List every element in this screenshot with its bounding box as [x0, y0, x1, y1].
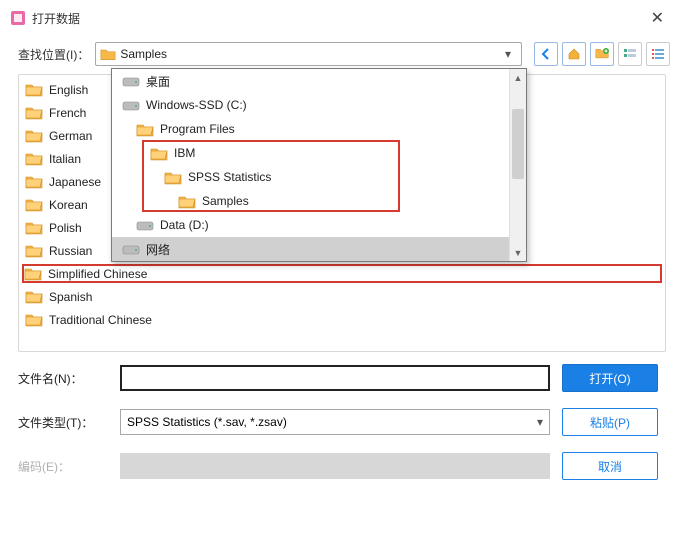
folder-label: Russian: [49, 244, 92, 258]
scroll-up-icon[interactable]: ▲: [510, 69, 526, 86]
dropdown-item-label: 网络: [146, 241, 170, 258]
folder-icon: [25, 82, 43, 97]
window-title: 打开数据: [32, 10, 645, 27]
folder-icon: [100, 47, 116, 61]
dropdown-item[interactable]: Samples: [112, 189, 526, 213]
filename-label: 文件名(N)：: [18, 370, 108, 387]
folder-icon: [25, 243, 43, 258]
drive-icon: [122, 74, 140, 89]
folder-icon: [25, 312, 43, 327]
dropdown-item-label: Windows-SSD (C:): [146, 98, 247, 112]
close-button[interactable]: ✕: [645, 6, 670, 30]
dropdown-scrollbar[interactable]: ▲ ▼: [509, 69, 526, 261]
titlebar: 打开数据 ✕: [0, 0, 680, 36]
folder-label: Korean: [49, 198, 88, 212]
filetype-label: 文件类型(T)：: [18, 414, 108, 431]
folder-icon: [24, 266, 42, 281]
folder-label: German: [49, 129, 92, 143]
folder-icon: [164, 170, 182, 185]
detail-view-button[interactable]: [646, 42, 670, 66]
home-icon: [567, 47, 581, 61]
folder-label: Traditional Chinese: [49, 313, 152, 327]
new-folder-button[interactable]: [590, 42, 614, 66]
dropdown-item-label: Program Files: [160, 122, 235, 136]
new-folder-icon: [595, 47, 609, 61]
folder-label: Simplified Chinese: [48, 267, 147, 281]
folder-icon: [25, 197, 43, 212]
dropdown-item[interactable]: Data (D:): [112, 213, 526, 237]
dropdown-item[interactable]: 桌面: [112, 69, 526, 93]
detail-view-icon: [651, 47, 665, 61]
scroll-thumb[interactable]: [512, 109, 524, 179]
encoding-label: 编码(E)：: [18, 458, 108, 475]
filename-input[interactable]: [120, 365, 550, 391]
app-icon: [10, 10, 26, 26]
folder-label: French: [49, 106, 86, 120]
folder-item[interactable]: Spanish: [23, 288, 661, 305]
drive-icon: [122, 242, 140, 257]
list-view-button[interactable]: [618, 42, 642, 66]
open-button[interactable]: 打开(O): [562, 364, 658, 392]
encoding-field: [120, 453, 550, 479]
location-dropdown-panel[interactable]: 桌面 Windows-SSD (C:) Program Files IBM SPSS S…: [111, 68, 527, 262]
dropdown-item[interactable]: 网络: [112, 237, 526, 261]
folder-icon: [25, 220, 43, 235]
paste-button[interactable]: 粘贴(P): [562, 408, 658, 436]
look-in-value: Samples: [120, 47, 499, 61]
dropdown-item[interactable]: Windows-SSD (C:): [112, 93, 526, 117]
look-in-label: 查找位置(I)：: [18, 46, 89, 63]
folder-label: Spanish: [49, 290, 92, 304]
dropdown-item-label: IBM: [174, 146, 195, 160]
dropdown-item-label: 桌面: [146, 73, 170, 90]
chevron-down-icon: ▾: [499, 47, 517, 61]
folder-icon: [178, 194, 196, 209]
back-button[interactable]: [534, 42, 558, 66]
filetype-value: SPSS Statistics (*.sav, *.zsav): [127, 415, 537, 429]
folder-icon: [136, 122, 154, 137]
folder-icon: [25, 289, 43, 304]
cancel-button[interactable]: 取消: [562, 452, 658, 480]
filetype-combo[interactable]: SPSS Statistics (*.sav, *.zsav) ▾: [120, 409, 550, 435]
folder-icon: [25, 105, 43, 120]
folder-icon: [25, 174, 43, 189]
dropdown-item[interactable]: IBM: [112, 141, 526, 165]
chevron-down-icon: ▾: [537, 415, 543, 429]
dropdown-item-label: Samples: [202, 194, 249, 208]
scroll-down-icon[interactable]: ▼: [510, 244, 526, 261]
folder-icon: [25, 151, 43, 166]
dropdown-item-label: SPSS Statistics: [188, 170, 271, 184]
dropdown-item[interactable]: Program Files: [112, 117, 526, 141]
folder-item[interactable]: Traditional Chinese: [23, 311, 661, 328]
home-button[interactable]: [562, 42, 586, 66]
list-view-icon: [623, 47, 637, 61]
drive-icon: [136, 218, 154, 233]
drive-icon: [122, 98, 140, 113]
folder-label: English: [49, 83, 88, 97]
folder-icon: [150, 146, 168, 161]
dropdown-item[interactable]: SPSS Statistics: [112, 165, 526, 189]
toolbar: [534, 42, 670, 66]
folder-label: Polish: [49, 221, 82, 235]
dropdown-item-label: Data (D:): [160, 218, 209, 232]
folder-icon: [25, 128, 43, 143]
back-icon: [539, 47, 553, 61]
folder-label: Japanese: [49, 175, 101, 189]
folder-label: Italian: [49, 152, 81, 166]
look-in-combo[interactable]: Samples ▾: [95, 42, 522, 66]
folder-item[interactable]: Simplified Chinese: [22, 264, 662, 283]
